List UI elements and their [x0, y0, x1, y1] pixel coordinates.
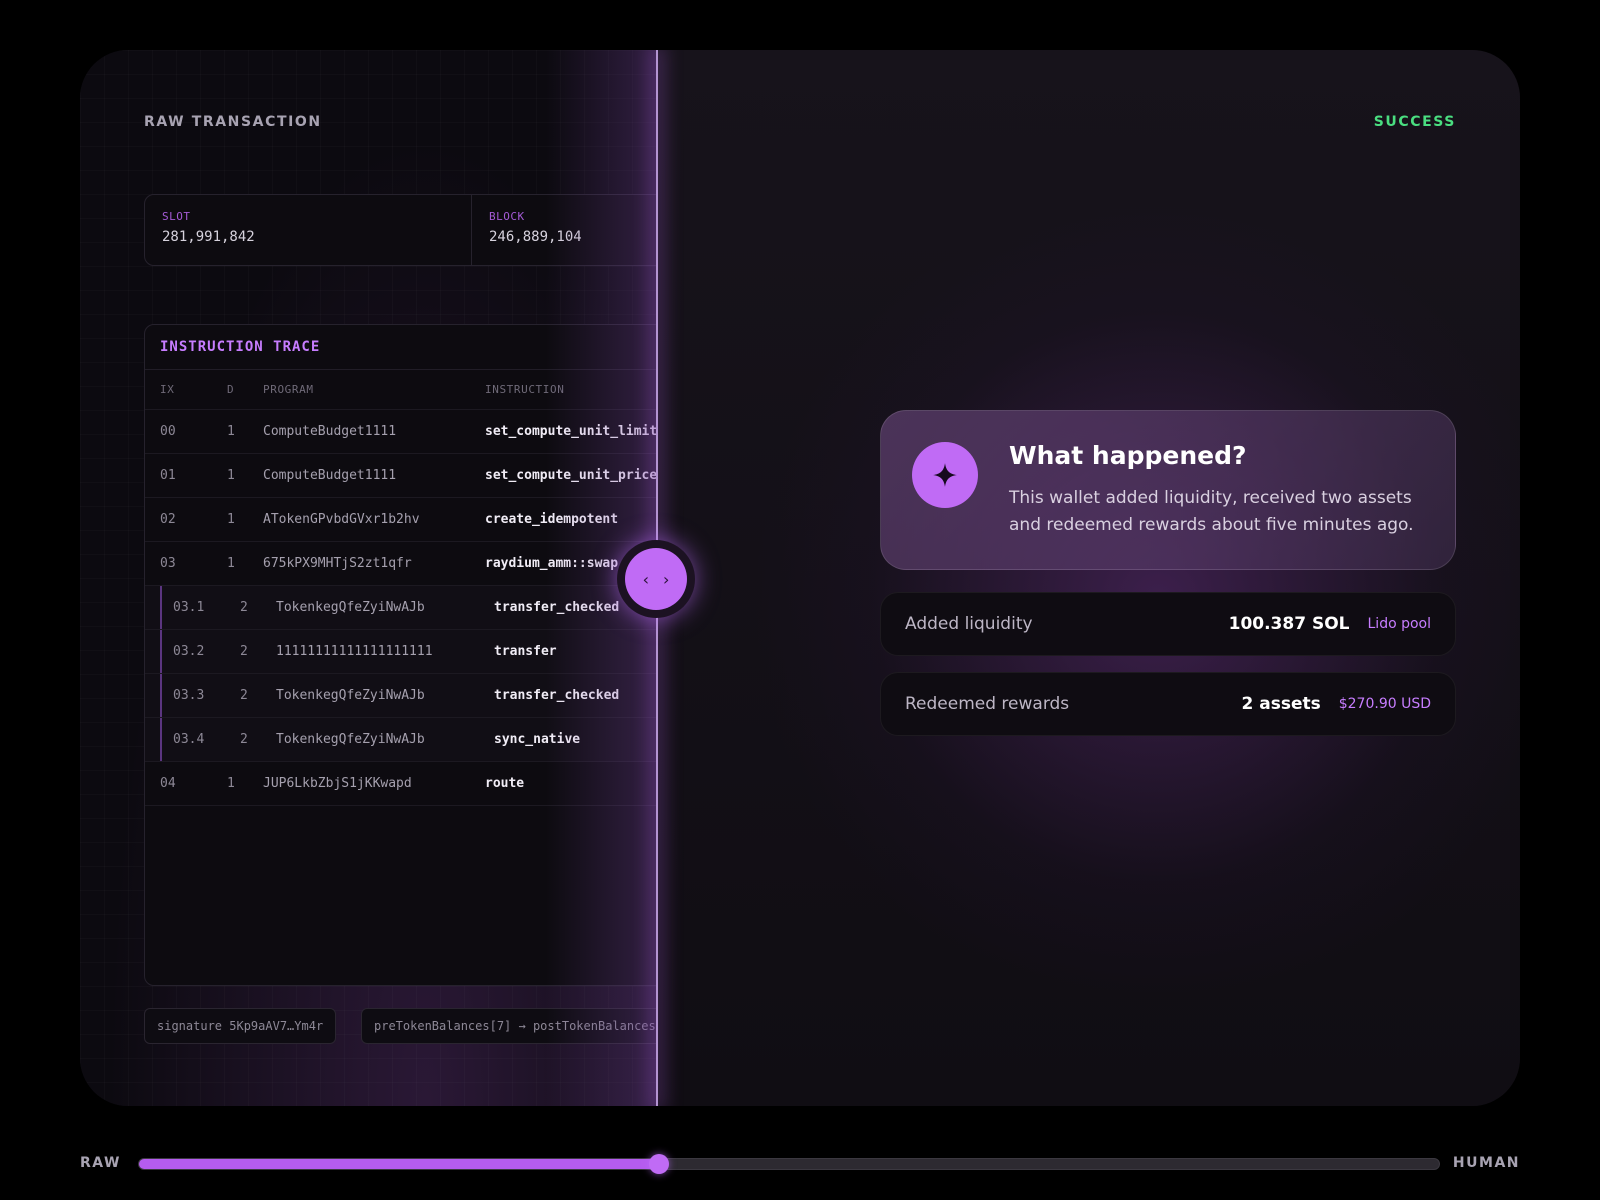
- row-depth: 2: [240, 644, 248, 659]
- status-badge: SUCCESS: [1373, 114, 1456, 130]
- inner-rail: [160, 674, 162, 717]
- row-ix: 03.2: [173, 644, 205, 659]
- sparkle-icon: [912, 442, 978, 508]
- row-depth: 2: [240, 732, 248, 747]
- row-instruction: raydium_amm::swap: [485, 556, 619, 571]
- row-ix: 01: [160, 468, 176, 483]
- col-program: PROGRAM: [263, 383, 314, 396]
- slot-label: SLOT: [162, 210, 191, 223]
- comparison-card: RAW TRANSACTION SLOT 281,991,842 BLOCK 2…: [80, 50, 1520, 1106]
- trace-row[interactable]: 03.3 2 TokenkegQfeZyiNwAJb transfer_checked: [145, 674, 656, 718]
- row-ix: 04: [160, 776, 176, 791]
- row-ix: 03.1: [173, 600, 205, 615]
- row-instruction: route: [485, 776, 525, 791]
- row-instruction: create_idempotent: [485, 512, 619, 527]
- trace-row[interactable]: 01 1 ComputeBudget1111 set_compute_unit_pri…: [145, 454, 656, 498]
- event-value: 2 assets: [1241, 694, 1321, 714]
- row-program: TokenkegQfeZyiNwAJb: [276, 600, 425, 615]
- slider-thumb[interactable]: [648, 1154, 669, 1174]
- row-program: 11111111111111111111: [276, 644, 433, 659]
- token-balances-tag[interactable]: preTokenBalances[7] → postTokenBalances[…: [361, 1008, 656, 1044]
- trace-row[interactable]: 03.1 2 TokenkegQfeZyiNwAJb transfer_checked: [145, 586, 656, 630]
- row-depth: 1: [227, 512, 235, 527]
- row-ix: 02: [160, 512, 176, 527]
- event-value: 100.387 SOL: [1228, 614, 1350, 634]
- block-cell: BLOCK 246,889,104: [472, 195, 656, 265]
- block-label: BLOCK: [489, 210, 525, 223]
- slot-cell: SLOT 281,991,842: [145, 195, 472, 265]
- row-instruction: sync_native: [494, 732, 581, 747]
- col-depth: D: [227, 383, 235, 396]
- summary-text: This wallet added liquidity, received tw…: [1009, 488, 1414, 535]
- row-program: ComputeBudget1111: [263, 424, 397, 439]
- trace-row[interactable]: 03.4 2 TokenkegQfeZyiNwAJb sync_native: [145, 718, 656, 762]
- row-program: TokenkegQfeZyiNwAJb: [276, 688, 425, 703]
- col-ix: IX: [160, 383, 175, 396]
- row-depth: 1: [227, 556, 235, 571]
- inner-rail: [160, 718, 162, 761]
- event-label: Redeemed rewards: [905, 694, 1070, 714]
- trace-row[interactable]: 02 1 ATokenGPvbdGVxr1b2hv create_idempotent: [145, 498, 656, 542]
- transaction-meta: SLOT 281,991,842 BLOCK 246,889,104: [144, 194, 656, 266]
- summary-title: What happened?: [1009, 441, 1247, 470]
- row-ix: 03: [160, 556, 176, 571]
- raw-human-slider[interactable]: [138, 1158, 1440, 1170]
- row-program: TokenkegQfeZyiNwAJb: [276, 732, 425, 747]
- row-ix: 03.3: [173, 688, 205, 703]
- row-program: ATokenGPvbdGVxr1b2hv: [263, 512, 420, 527]
- event-added-liquidity[interactable]: Added liquidity 100.387 SOL Lido pool: [880, 592, 1456, 656]
- trace-row[interactable]: 03 1 675kPX9MHTjS2zt1qfr raydium_amm::swap: [145, 542, 656, 586]
- raw-pane: RAW TRANSACTION SLOT 281,991,842 BLOCK 2…: [80, 50, 656, 1106]
- chevron-left-icon: ‹: [642, 569, 649, 589]
- slider-fill: [139, 1159, 660, 1169]
- row-ix: 03.4: [173, 732, 205, 747]
- row-depth: 2: [240, 688, 248, 703]
- trace-title: INSTRUCTION TRACE: [145, 325, 656, 370]
- block-value: 246,889,104: [489, 229, 582, 245]
- slider-raw-label: RAW: [80, 1155, 121, 1171]
- row-instruction: set_compute_unit_limit: [485, 424, 656, 439]
- row-instruction: transfer_checked: [494, 600, 620, 615]
- split-handle[interactable]: ‹ ›: [617, 540, 695, 618]
- col-instruction: INSTRUCTION: [485, 383, 565, 396]
- signature-tag[interactable]: signature 5Kp9aAV7…Ym4r: [144, 1008, 337, 1044]
- row-program: 675kPX9MHTjS2zt1qfr: [263, 556, 412, 571]
- event-redeemed-rewards[interactable]: Redeemed rewards 2 assets $270.90 USD: [880, 672, 1456, 736]
- row-instruction: transfer: [494, 644, 557, 659]
- trace-row[interactable]: 00 1 ComputeBudget1111 set_compute_unit_lim…: [145, 410, 656, 454]
- slider-human-label: HUMAN: [1452, 1155, 1520, 1171]
- raw-title: RAW TRANSACTION: [144, 114, 322, 130]
- row-instruction: set_compute_unit_price: [485, 468, 656, 483]
- row-depth: 1: [227, 424, 235, 439]
- event-sub: $270.90 USD: [1338, 696, 1431, 712]
- row-depth: 1: [227, 468, 235, 483]
- inner-rail: [160, 630, 162, 673]
- event-label: Added liquidity: [905, 614, 1033, 634]
- trace-rows: 00 1 ComputeBudget1111 set_compute_unit_lim…: [145, 410, 656, 806]
- summary-card: What happened? This wallet added liquidi…: [880, 410, 1456, 570]
- row-instruction: transfer_checked: [494, 688, 620, 703]
- trace-row[interactable]: 03.2 2 11111111111111111111 transfer: [145, 630, 656, 674]
- row-program: ComputeBudget1111: [263, 468, 397, 483]
- row-program: JUP6LkbZbjS1jKKwapd: [263, 776, 412, 791]
- slot-value: 281,991,842: [162, 229, 255, 245]
- row-depth: 1: [227, 776, 235, 791]
- instruction-trace: INSTRUCTION TRACE IX D PROGRAM INSTRUCTI…: [144, 324, 656, 986]
- chevron-right-icon: ›: [663, 569, 670, 589]
- trace-row[interactable]: 04 1 JUP6LkbZbjS1jKKwapd route: [145, 762, 656, 806]
- row-depth: 2: [240, 600, 248, 615]
- inner-rail: [160, 586, 162, 629]
- row-ix: 00: [160, 424, 176, 439]
- human-pane: [658, 50, 1520, 1106]
- trace-header: IX D PROGRAM INSTRUCTION: [145, 370, 656, 410]
- event-sub: Lido pool: [1367, 616, 1432, 632]
